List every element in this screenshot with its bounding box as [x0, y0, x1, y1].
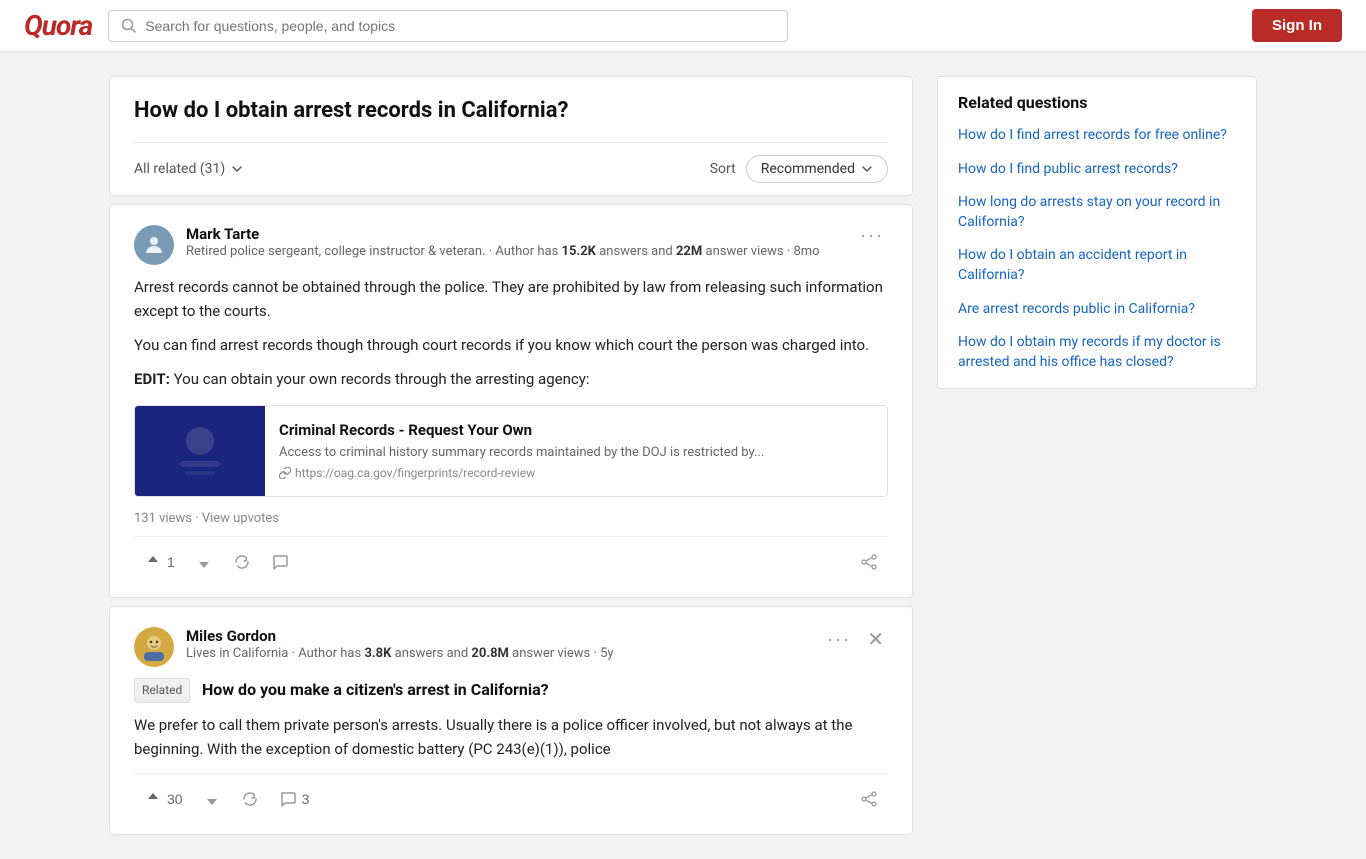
- related-question-title-2: How do you make a citizen's arrest in Ca…: [202, 680, 549, 699]
- header: Quora Sign In: [0, 0, 1366, 52]
- link-card-1[interactable]: Criminal Records - Request Your Own Acce…: [134, 405, 888, 497]
- reshare-button-2[interactable]: [231, 784, 269, 814]
- author-bio-1: Retired police sergeant, college instruc…: [186, 243, 820, 261]
- comment-icon-1: [271, 553, 289, 571]
- comment-count-2: 3: [302, 791, 310, 807]
- answer-header-1: Mark Tarte Retired police sergeant, coll…: [134, 225, 888, 265]
- sort-dropdown[interactable]: Recommended: [746, 155, 888, 183]
- sort-value: Recommended: [761, 161, 855, 177]
- share-icon-1: [860, 553, 878, 571]
- comment-button-2[interactable]: 3: [269, 784, 320, 814]
- sort-label: Sort: [710, 161, 736, 177]
- downvote-button-1[interactable]: [185, 547, 223, 577]
- all-related-filter[interactable]: All related (31): [134, 161, 243, 177]
- author-bio-2: Lives in California · Author has 3.8K an…: [186, 645, 614, 663]
- upvote-button-1[interactable]: 1: [134, 547, 185, 577]
- search-input[interactable]: [145, 18, 775, 34]
- upvote-count-1: 1: [167, 554, 175, 570]
- right-column: Related questions How do I find arrest r…: [937, 76, 1257, 389]
- reshare-button-1[interactable]: [223, 547, 261, 577]
- answer-card-2: Miles Gordon Lives in California · Autho…: [109, 606, 913, 836]
- related-questions-title: Related questions: [958, 93, 1236, 112]
- share-button-2[interactable]: [850, 784, 888, 814]
- question-title: How do I obtain arrest records in Califo…: [134, 97, 888, 126]
- question-card: How do I obtain arrest records in Califo…: [109, 76, 913, 196]
- view-upvotes-link-1[interactable]: View upvotes: [202, 511, 279, 526]
- search-icon: [121, 18, 137, 34]
- link-card-title-1: Criminal Records - Request Your Own: [279, 421, 764, 439]
- link-card-desc-1: Access to criminal history summary recor…: [279, 445, 764, 460]
- more-options-button-2[interactable]: ···: [823, 629, 855, 650]
- author-details-1: Mark Tarte Retired police sergeant, coll…: [186, 225, 820, 261]
- link-card-image-1: [135, 406, 265, 496]
- action-bar-2: 30 3: [134, 773, 888, 814]
- upvote-button-2[interactable]: 30: [134, 784, 193, 814]
- related-question-link-3[interactable]: How do I obtain an accident report in Ca…: [958, 246, 1236, 285]
- avatar-2: [134, 627, 174, 667]
- more-options-button-1[interactable]: ···: [856, 225, 888, 246]
- reshare-icon-2: [241, 790, 259, 808]
- answer-header-2: Miles Gordon Lives in California · Autho…: [134, 627, 888, 667]
- upvote-icon-2: [144, 790, 162, 808]
- main-container: How do I obtain arrest records in Califo…: [93, 52, 1273, 859]
- quora-logo[interactable]: Quora: [24, 9, 92, 42]
- related-question-link-5[interactable]: How do I obtain my records if my doctor …: [958, 333, 1236, 372]
- author-name-1[interactable]: Mark Tarte: [186, 225, 820, 243]
- related-question-link-2[interactable]: How long do arrests stay on your record …: [958, 193, 1236, 232]
- share-button-1[interactable]: [850, 547, 888, 577]
- downvote-button-2[interactable]: [193, 784, 231, 814]
- sort-chevron-icon: [861, 163, 873, 175]
- sign-in-button[interactable]: Sign In: [1252, 9, 1342, 42]
- link-card-url-1: https://oag.ca.gov/fingerprints/record-r…: [279, 466, 764, 480]
- comment-button-1[interactable]: [261, 547, 299, 577]
- action-bar-1: 1: [134, 536, 888, 577]
- downvote-icon-2: [203, 790, 221, 808]
- comment-icon-2: [279, 790, 297, 808]
- related-questions-card: Related questions How do I find arrest r…: [937, 76, 1257, 389]
- author-name-2[interactable]: Miles Gordon: [186, 627, 614, 645]
- close-button-2[interactable]: ✕: [863, 627, 888, 652]
- link-card-body-1: Criminal Records - Request Your Own Acce…: [265, 406, 778, 496]
- related-tag-2: Related: [134, 678, 190, 703]
- answer-text-2: Related How do you make a citizen's arre…: [134, 677, 888, 762]
- related-question-link-0[interactable]: How do I find arrest records for free on…: [958, 126, 1236, 146]
- all-related-label: All related (31): [134, 161, 225, 177]
- link-icon: [279, 467, 291, 479]
- sort-section: Sort Recommended: [710, 155, 888, 183]
- answer-text-1: Arrest records cannot be obtained throug…: [134, 275, 888, 391]
- related-question-link-1[interactable]: How do I find public arrest records?: [958, 160, 1236, 180]
- author-details-2: Miles Gordon Lives in California · Autho…: [186, 627, 614, 663]
- share-icon-2: [860, 790, 878, 808]
- views-text-1: 131 views · View upvotes: [134, 511, 888, 526]
- answer-card-1: Mark Tarte Retired police sergeant, coll…: [109, 204, 913, 598]
- upvote-icon-1: [144, 553, 162, 571]
- chevron-down-icon: [231, 163, 243, 175]
- downvote-icon-1: [195, 553, 213, 571]
- answer-actions-2: ··· ✕: [823, 627, 888, 652]
- search-bar[interactable]: [108, 10, 788, 42]
- upvote-count-2: 30: [167, 791, 183, 807]
- author-info-2: Miles Gordon Lives in California · Autho…: [134, 627, 614, 667]
- avatar-1: [134, 225, 174, 265]
- author-info-1: Mark Tarte Retired police sergeant, coll…: [134, 225, 820, 265]
- related-question-link-4[interactable]: Are arrest records public in California?: [958, 300, 1236, 320]
- reshare-icon-1: [233, 553, 251, 571]
- filter-bar: All related (31) Sort Recommended: [134, 142, 888, 195]
- left-column: How do I obtain arrest records in Califo…: [109, 76, 913, 835]
